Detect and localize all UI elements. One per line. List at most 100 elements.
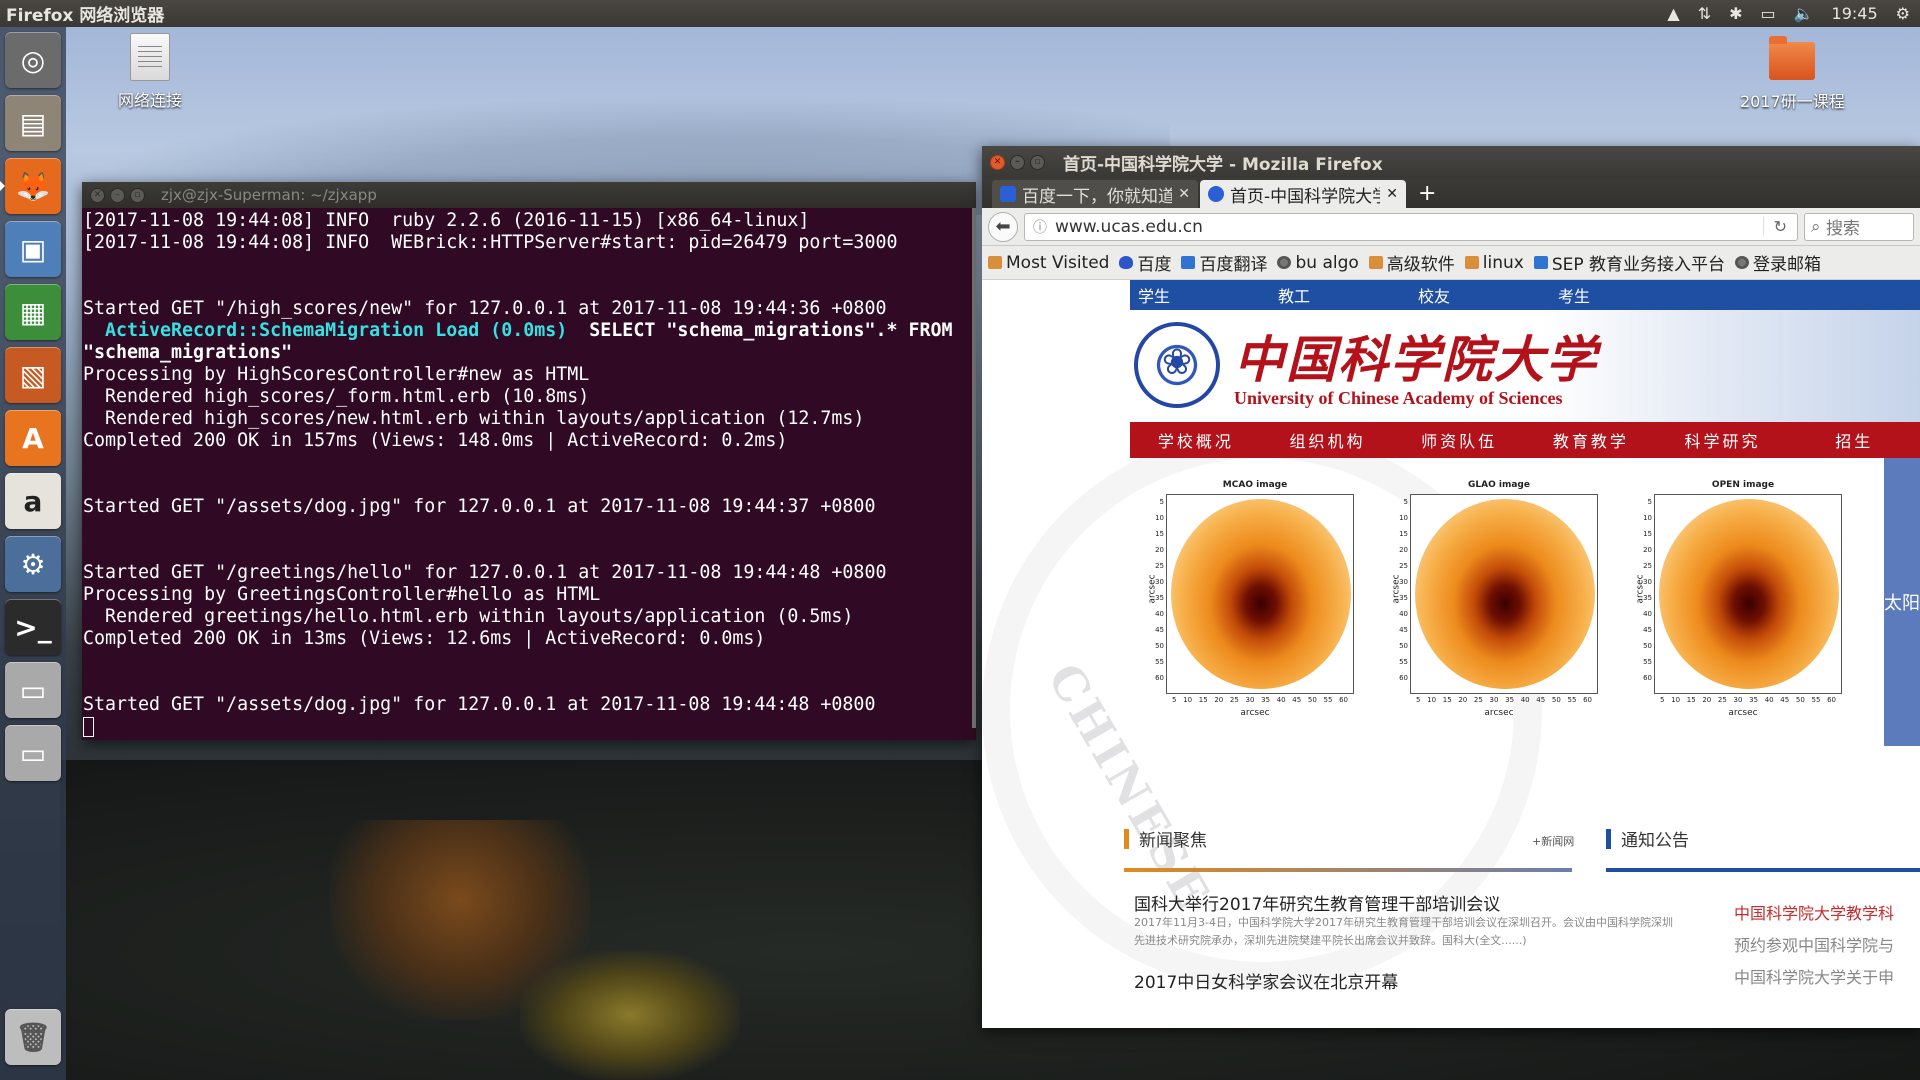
- bookmark-label: 登录邮箱: [1753, 255, 1822, 275]
- launcher-terminal-icon[interactable]: >_: [5, 599, 61, 655]
- reload-icon[interactable]: ↻: [1762, 217, 1797, 236]
- close-icon[interactable]: ✕: [1178, 186, 1190, 202]
- launcher-amazon-icon[interactable]: a: [5, 473, 61, 529]
- bookmark-item[interactable]: Most Visited: [988, 253, 1109, 273]
- bookmark-item[interactable]: 登录邮箱: [1735, 250, 1821, 275]
- logo-chinese[interactable]: 中国科学院大学: [1234, 320, 1598, 392]
- tab-ucas[interactable]: 首页-中国科学院大学 ✕: [1200, 180, 1406, 208]
- clock[interactable]: 19:45: [1832, 4, 1878, 23]
- back-button[interactable]: ⬅: [988, 211, 1018, 242]
- main-nav-item[interactable]: 师资队伍: [1393, 428, 1525, 452]
- slideshow-caption[interactable]: 太阳: [1884, 458, 1920, 746]
- desktop-icon-folder[interactable]: 2017研一课程: [1740, 36, 1845, 112]
- firefox-window[interactable]: ✕ – ▫ 首页-中国科学院大学 - Mozilla Firefox 百度一下，…: [982, 146, 1920, 1028]
- launcher-libreoffice-calc-icon[interactable]: ▦: [5, 284, 61, 340]
- bookmarks-toolbar: Most Visited 百度 百度翻译 bu algo 高级软件 linux SEP 教育…: [982, 246, 1920, 280]
- search-input[interactable]: ⌕ 搜索: [1804, 212, 1914, 241]
- bluetooth-icon[interactable]: ✱: [1729, 4, 1742, 23]
- y-tick-label: 50: [1399, 642, 1408, 650]
- main-nav-item[interactable]: 招生: [1788, 428, 1920, 452]
- heading-marker: [1124, 828, 1129, 849]
- network-icon[interactable]: ⇅: [1698, 4, 1711, 23]
- y-tick-label: 50: [1155, 642, 1164, 650]
- minimize-button[interactable]: –: [110, 187, 125, 203]
- logo-english[interactable]: University of Chinese Academy of Science…: [1234, 388, 1562, 409]
- news-more-link[interactable]: +新闻网: [1532, 833, 1574, 849]
- main-nav-item[interactable]: 学校概况: [1130, 428, 1262, 452]
- terminal-window[interactable]: ✕ – ▫ zjx@zjx-Superman: ~/zjxapp [2017-1…: [82, 182, 976, 740]
- top-link[interactable]: 学生: [1130, 283, 1270, 307]
- launcher-ubuntu-dash-icon[interactable]: ◎: [5, 32, 61, 88]
- ucas-seal-logo[interactable]: [1134, 322, 1220, 408]
- panel-title: OPEN image: [1711, 480, 1775, 490]
- launcher-ubuntu-software-icon[interactable]: A: [5, 410, 61, 466]
- x-tick-label: 20: [1702, 696, 1712, 704]
- launcher-trash-icon[interactable]: 🗑: [5, 1009, 61, 1065]
- tab-baidu[interactable]: 百度一下，你就知道 ✕: [992, 180, 1198, 208]
- x-tick-label: 40: [1276, 696, 1286, 704]
- bookmark-label: Most Visited: [1006, 252, 1110, 273]
- maximize-button[interactable]: ▫: [1030, 154, 1045, 170]
- notice-item[interactable]: 中国科学院大学关于申: [1734, 964, 1894, 988]
- terminal-output[interactable]: [2017-11-08 19:44:08] INFO ruby 2.2.6 (2…: [82, 208, 976, 738]
- firefox-titlebar[interactable]: ✕ – ▫ 首页-中国科学院大学 - Mozilla Firefox: [982, 146, 1920, 178]
- vlc-tray-icon[interactable]: ▲: [1667, 4, 1679, 23]
- gear-icon[interactable]: ⚙: [1896, 4, 1910, 23]
- bookmark-item[interactable]: linux: [1464, 253, 1524, 273]
- launcher-firefox-icon[interactable]: 🦊: [0, 158, 61, 214]
- info-icon[interactable]: ⓘ: [1033, 217, 1047, 237]
- bookmark-item[interactable]: SEP 教育业务接入平台: [1533, 250, 1725, 275]
- terminal-line: Rendered high_scores/_form.html.erb (10.…: [83, 386, 590, 407]
- terminal-titlebar[interactable]: ✕ – ▫ zjx@zjx-Superman: ~/zjxapp: [82, 182, 976, 208]
- y-tick-label: 45: [1155, 626, 1164, 634]
- close-button[interactable]: ✕: [990, 154, 1005, 170]
- url-bar[interactable]: ⓘ www.ucas.edu.cn ↻: [1024, 212, 1798, 241]
- launcher-image-viewer-icon[interactable]: ▣: [5, 221, 61, 277]
- y-tick-label: 40: [1643, 610, 1652, 618]
- x-tick-label: 60: [1339, 696, 1348, 704]
- x-tick-label: 55: [1811, 696, 1821, 704]
- x-axis-label: arcsec: [1728, 708, 1758, 718]
- minimize-button[interactable]: –: [1010, 154, 1025, 170]
- bookmark-item[interactable]: 百度: [1119, 250, 1171, 275]
- news-item-title[interactable]: 国科大举行2017年研究生教育管理干部培训会议: [1134, 890, 1500, 915]
- notice-item[interactable]: 预约参观中国科学院与: [1734, 932, 1894, 956]
- desktop-icon-network[interactable]: 网络连接: [118, 33, 182, 111]
- close-button[interactable]: ✕: [90, 187, 105, 203]
- battery-icon[interactable]: ▭: [1761, 4, 1776, 23]
- panel-title: GLAO image: [1468, 480, 1530, 490]
- maximize-button[interactable]: ▫: [130, 187, 145, 203]
- bookmark-item[interactable]: 百度翻译: [1181, 250, 1267, 275]
- terminal-line: Processing by GreetingsController#hello …: [83, 584, 601, 605]
- bookmark-item[interactable]: 高级软件: [1368, 250, 1455, 275]
- top-link[interactable]: 考生: [1550, 283, 1690, 307]
- launcher-system-settings-icon[interactable]: ⚙: [5, 536, 61, 592]
- main-nav-item[interactable]: 教育教学: [1525, 428, 1657, 452]
- launcher-libreoffice-impress-icon[interactable]: ▧: [5, 347, 61, 403]
- notice-heading-label: 通知公告: [1621, 831, 1689, 851]
- y-tick-label: 55: [1399, 658, 1408, 666]
- y-tick-label: 25: [1155, 562, 1164, 570]
- launcher-disk-drive-1-icon[interactable]: ▭: [5, 662, 61, 718]
- news-item-title[interactable]: 2017中日女科学家会议在北京开幕: [1134, 968, 1398, 993]
- header-banner: 中国科学院大学 University of Chinese Academy of…: [1130, 310, 1920, 422]
- launcher-files-icon[interactable]: ▤: [5, 95, 61, 151]
- folder-icon: [1368, 256, 1383, 269]
- bookmark-item[interactable]: bu algo: [1277, 253, 1359, 273]
- blue-icon: [1533, 256, 1548, 269]
- new-tab-button[interactable]: +: [1408, 180, 1446, 208]
- bookmark-label: 百度翻译: [1199, 255, 1268, 275]
- notice-item[interactable]: 中国科学院大学教学科: [1734, 900, 1894, 924]
- main-nav-item[interactable]: 组织机构: [1262, 428, 1394, 452]
- terminal-scrollbar[interactable]: [972, 208, 976, 728]
- y-tick-label: 45: [1643, 626, 1652, 634]
- top-link[interactable]: 校友: [1410, 283, 1550, 307]
- close-icon[interactable]: ✕: [1386, 186, 1398, 202]
- slideshow-image[interactable]: MCAO image 5 10 15 20 25 30 35 40 45 50 55 60 5 10 15 20…: [1142, 480, 1862, 730]
- launcher-disk-drive-2-icon[interactable]: ▭: [5, 725, 61, 781]
- volume-icon[interactable]: 🔈: [1794, 4, 1814, 23]
- main-nav-item[interactable]: 科学研究: [1657, 428, 1789, 452]
- page-content[interactable]: CHINESE 学生教工校友考生 中国科学院大学 University of C…: [982, 280, 1920, 1028]
- desktop-icon-label: 网络连接: [118, 91, 183, 110]
- top-link[interactable]: 教工: [1270, 283, 1410, 307]
